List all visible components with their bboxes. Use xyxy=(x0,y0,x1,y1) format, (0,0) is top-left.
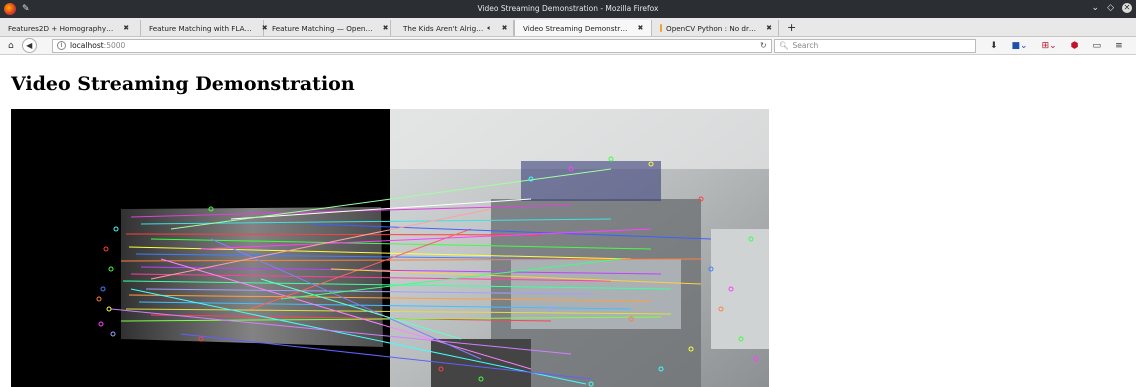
save-icon[interactable]: ■⌄ xyxy=(1012,41,1028,51)
info-icon[interactable]: i xyxy=(57,41,66,50)
page-heading: Video Streaming Demonstration xyxy=(11,73,355,95)
maximize-icon[interactable]: ◇ xyxy=(1107,3,1114,13)
tab-feature-matching-opencv[interactable]: Feature Matching — Open… ✖ xyxy=(264,20,391,36)
addon-icon[interactable]: ⊞⌄ xyxy=(1042,41,1057,51)
new-tab-button[interactable]: + xyxy=(779,20,804,36)
tab-features2d[interactable]: Features2D + Homography… ✖ xyxy=(0,20,141,36)
video-frame xyxy=(11,109,769,387)
tab-label: Video Streaming Demonstr… xyxy=(523,23,628,33)
speaker-icon[interactable]: 🔈︎ xyxy=(487,23,491,33)
window-title: Video Streaming Demonstration - Mozilla … xyxy=(477,4,659,13)
window-titlebar: ✎ Video Streaming Demonstration - Mozill… xyxy=(0,0,1136,18)
tab-label: Features2D + Homography… xyxy=(8,23,114,33)
ublock-icon[interactable]: ⬢ xyxy=(1071,41,1079,51)
search-icon: 🔍︎ xyxy=(779,41,789,50)
tab-label: OpenCV Python : No dr… xyxy=(666,23,757,33)
minimize-icon[interactable]: ⌄ xyxy=(1092,3,1100,13)
sidebar-icon[interactable]: ▭ xyxy=(1093,41,1102,51)
search-placeholder: Search xyxy=(792,41,819,50)
tab-kids-arent-alright[interactable]: The Kids Aren't Alrig… 🔈︎ ✖ xyxy=(391,20,514,36)
tab-opencv-python[interactable]: OpenCV Python : No dr… ✖ xyxy=(652,20,779,36)
close-window-icon[interactable]: ✕ xyxy=(1122,3,1132,13)
search-input[interactable]: 🔍︎ Search xyxy=(774,38,976,53)
close-tab-icon[interactable]: ✖ xyxy=(383,24,389,32)
tab-feature-matching-flann[interactable]: Feature Matching with FLA… ✖ xyxy=(141,20,268,36)
close-tab-icon[interactable]: ✖ xyxy=(637,24,643,32)
navigation-toolbar: ⌂ ◀ i localhost:5000 ↻ 🔍︎ Search ⬇ ■⌄ ⊞⌄… xyxy=(0,37,1136,55)
tab-label: Feature Matching — Open… xyxy=(272,23,373,33)
url-bar[interactable]: i localhost:5000 xyxy=(52,38,772,53)
home-icon[interactable]: ⌂ xyxy=(8,41,14,51)
window-controls: ⌄ ◇ ✕ xyxy=(1092,3,1132,13)
tab-video-streaming[interactable]: Video Streaming Demonstr… ✖ xyxy=(514,20,652,36)
tab-label: Feature Matching with FLA… xyxy=(149,23,252,33)
close-tab-icon[interactable]: ✖ xyxy=(123,24,129,32)
url-host: localhost xyxy=(70,41,104,50)
hamburger-menu-icon[interactable]: ≡ xyxy=(1115,41,1123,51)
tab-label: The Kids Aren't Alrig… xyxy=(403,23,484,33)
reload-icon[interactable]: ↻ xyxy=(760,41,767,50)
video-stream xyxy=(11,109,769,387)
toolbar-icons: ⬇ ■⌄ ⊞⌄ ⬢ ▭ ≡ xyxy=(990,41,1123,51)
close-tab-icon[interactable]: ✖ xyxy=(502,24,508,32)
download-icon[interactable]: ⬇ xyxy=(990,41,998,51)
close-tab-icon[interactable]: ✖ xyxy=(766,24,772,32)
url-port: :5000 xyxy=(103,41,126,50)
tab-strip: Features2D + Homography… ✖ Feature Matchi… xyxy=(0,18,1136,37)
stackoverflow-icon xyxy=(660,24,663,32)
scene-object xyxy=(511,259,681,329)
back-arrow-icon[interactable]: ◀ xyxy=(21,38,37,53)
